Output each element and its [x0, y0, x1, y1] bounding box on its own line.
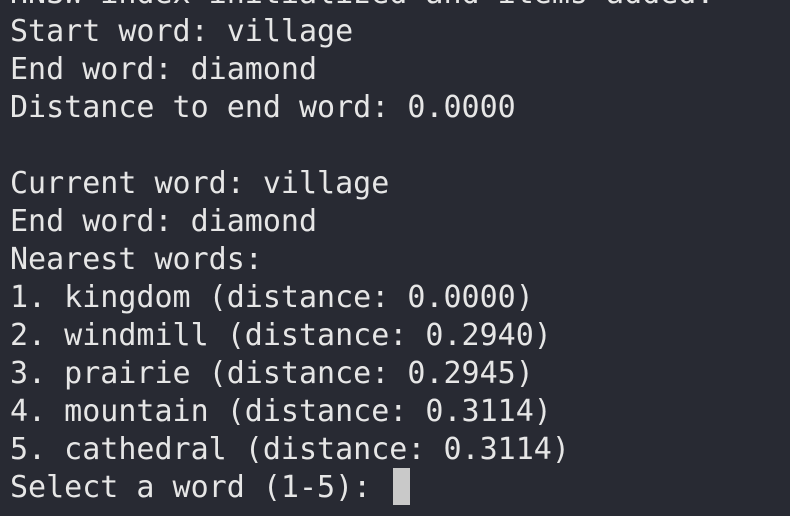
nearest-words-heading: Nearest words:	[10, 242, 263, 277]
terminal-output: HNSW index initialized and items added. …	[10, 0, 790, 507]
nearest-word-option-3: 3. prairie (distance: 0.2945)	[10, 356, 534, 391]
status-line: HNSW index initialized and items added.	[10, 0, 790, 13]
nearest-word-option-5: 5. cathedral (distance: 0.3114)	[10, 432, 570, 467]
nearest-word-option-4: 4. mountain (distance: 0.3114)	[10, 394, 552, 429]
prompt-text: Select a word (1-5):	[10, 470, 390, 505]
current-word-line: Current word: village	[10, 166, 390, 201]
start-word-line: Start word: village	[10, 14, 354, 49]
nearest-word-option-1: 1. kingdom (distance: 0.0000)	[10, 280, 534, 315]
distance-line: Distance to end word: 0.0000	[10, 90, 516, 125]
terminal-window[interactable]: HNSW index initialized and items added. …	[0, 0, 790, 516]
end-word-line: End word: diamond	[10, 52, 318, 87]
end-word-line: End word: diamond	[10, 204, 318, 239]
nearest-word-option-2: 2. windmill (distance: 0.2940)	[10, 318, 552, 353]
input-prompt-line[interactable]: Select a word (1-5):	[10, 468, 790, 507]
text-cursor[interactable]	[393, 468, 411, 505]
